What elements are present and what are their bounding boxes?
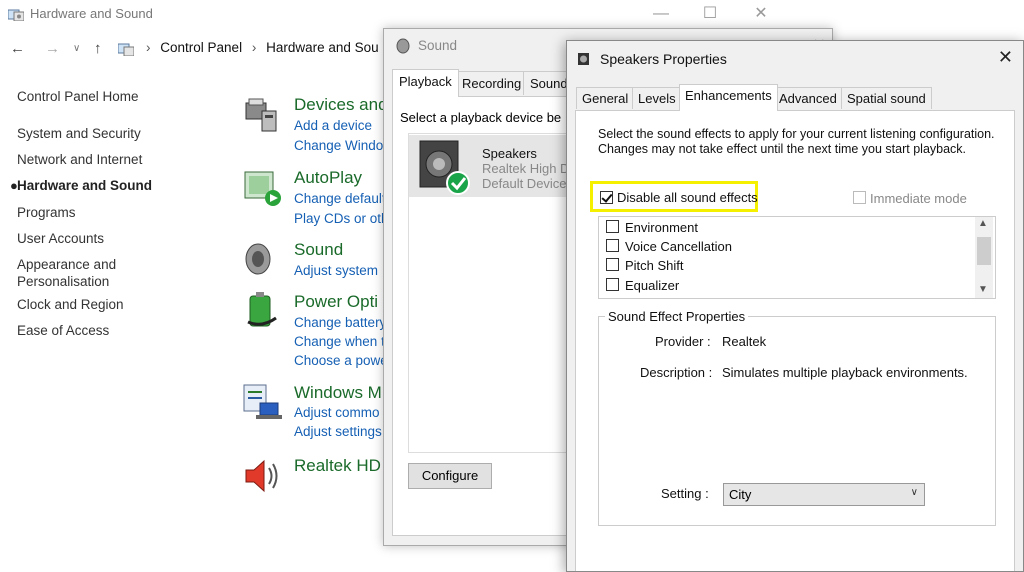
nav-hardware-and-sound[interactable]: Hardware and Sound bbox=[17, 178, 152, 194]
effect-checkbox-voice-cancellation[interactable] bbox=[606, 239, 619, 252]
nav-network-and-internet[interactable]: Network and Internet bbox=[17, 152, 142, 168]
provider-label: Provider : bbox=[655, 334, 711, 349]
setting-select[interactable]: City ∨ bbox=[723, 483, 925, 506]
tab-recording[interactable]: Recording bbox=[455, 71, 529, 95]
tab-general[interactable]: General bbox=[576, 87, 635, 109]
effect-label-pitch-shift[interactable]: Pitch Shift bbox=[625, 258, 684, 273]
configure-button[interactable]: Configure bbox=[408, 463, 492, 489]
nav-system-and-security[interactable]: System and Security bbox=[17, 126, 141, 142]
category-title-autoplay[interactable]: AutoPlay bbox=[294, 168, 362, 188]
link-change-battery[interactable]: Change battery bbox=[294, 315, 386, 330]
effect-checkbox-pitch-shift[interactable] bbox=[606, 258, 619, 271]
description-label: Description : bbox=[640, 365, 713, 380]
tab-spatial-sound[interactable]: Spatial sound bbox=[841, 87, 932, 109]
tab-playback[interactable]: Playback bbox=[392, 69, 459, 97]
sound-window-icon bbox=[396, 38, 410, 54]
description-value: Simulates multiple playback environments… bbox=[722, 365, 968, 380]
window-title: Hardware and Sound bbox=[30, 6, 153, 21]
link-adjust-system[interactable]: Adjust system bbox=[294, 263, 378, 278]
scroll-up-icon[interactable]: ▲ bbox=[978, 218, 988, 229]
link-change-when[interactable]: Change when t bbox=[294, 334, 385, 349]
speakers-device-icon bbox=[419, 140, 470, 195]
control-panel-titlebar[interactable]: Hardware and Sound — ☐ ✕ bbox=[0, 0, 790, 28]
minimize-icon[interactable]: — bbox=[646, 3, 676, 25]
group-title: Sound Effect Properties bbox=[605, 309, 749, 324]
immediate-mode-checkbox[interactable] bbox=[853, 191, 866, 204]
breadcrumb-hardware-and-sound[interactable]: Hardware and Sou bbox=[266, 40, 379, 55]
speaker-icon bbox=[245, 243, 271, 275]
device-name: Speakers bbox=[482, 146, 537, 161]
breadcrumb-separator-icon: › bbox=[146, 40, 151, 55]
effect-checkbox-environment[interactable] bbox=[606, 220, 619, 233]
provider-value: Realtek bbox=[722, 334, 767, 349]
back-arrow-icon[interactable]: ← bbox=[10, 40, 25, 58]
nav-user-accounts[interactable]: User Accounts bbox=[17, 231, 104, 247]
category-title-realtek[interactable]: Realtek HD bbox=[294, 456, 381, 476]
nav-control-panel-home[interactable]: Control Panel Home bbox=[17, 89, 139, 105]
link-adjust-settings[interactable]: Adjust settings bbox=[294, 424, 382, 439]
breadcrumb: › Control Panel › Hardware and Sou bbox=[146, 40, 385, 60]
close-icon[interactable]: ✕ bbox=[998, 47, 1013, 68]
link-play-cds[interactable]: Play CDs or oth bbox=[294, 211, 389, 226]
up-arrow-icon[interactable]: ↑ bbox=[94, 40, 102, 58]
category-title-sound[interactable]: Sound bbox=[294, 240, 343, 260]
category-title-power-options[interactable]: Power Opti bbox=[294, 292, 378, 312]
playback-hint: Select a playback device be bbox=[400, 110, 562, 125]
setting-select-value: City bbox=[729, 487, 752, 502]
forward-arrow-icon[interactable]: → bbox=[45, 40, 60, 58]
nav-personalisation[interactable]: Personalisation bbox=[17, 274, 109, 290]
tab-enhancements[interactable]: Enhancements bbox=[679, 84, 778, 111]
effect-label-voice-cancellation[interactable]: Voice Cancellation bbox=[625, 239, 732, 254]
link-adjust-common[interactable]: Adjust commo bbox=[294, 405, 380, 420]
speakers-title-icon bbox=[578, 53, 589, 65]
mobility-center-icon bbox=[243, 384, 282, 419]
tab-levels[interactable]: Levels bbox=[632, 87, 682, 109]
effect-label-equalizer[interactable]: Equalizer bbox=[625, 278, 679, 293]
speakers-properties-dialog: Speakers Properties ✕ General Levels Enh… bbox=[566, 40, 1024, 572]
device-status: Default Device bbox=[482, 176, 567, 191]
link-choose-a-power[interactable]: Choose a powe bbox=[294, 353, 388, 368]
disable-all-effects-checkbox[interactable] bbox=[600, 191, 613, 204]
sound-window-title: Sound bbox=[418, 38, 458, 53]
device-driver: Realtek High D bbox=[482, 161, 570, 176]
setting-label: Setting : bbox=[661, 486, 709, 501]
link-change-default[interactable]: Change default bbox=[294, 191, 386, 206]
link-add-a-device[interactable]: Add a device bbox=[294, 118, 372, 133]
dialog-title: Speakers Properties bbox=[600, 51, 727, 67]
printer-icon bbox=[245, 98, 277, 132]
breadcrumb-separator-icon: › bbox=[251, 40, 257, 55]
battery-icon bbox=[247, 292, 277, 327]
control-panel-icon bbox=[8, 9, 24, 21]
breadcrumb-control-panel[interactable]: Control Panel bbox=[160, 40, 242, 55]
effect-label-environment[interactable]: Environment bbox=[625, 220, 698, 235]
disable-all-effects-label[interactable]: Disable all sound effects bbox=[617, 190, 758, 205]
link-change-windows[interactable]: Change Windo bbox=[294, 138, 383, 153]
immediate-mode-label[interactable]: Immediate mode bbox=[870, 191, 967, 206]
realtek-speaker-icon bbox=[245, 459, 278, 493]
category-title-devices[interactable]: Devices and bbox=[294, 95, 388, 115]
nav-clock-and-region[interactable]: Clock and Region bbox=[17, 297, 124, 313]
nav-appearance-and[interactable]: Appearance and bbox=[17, 257, 116, 273]
autoplay-icon bbox=[244, 171, 281, 206]
nav-ease-of-access[interactable]: Ease of Access bbox=[17, 323, 109, 339]
nav-programs[interactable]: Programs bbox=[17, 205, 76, 221]
scroll-down-icon[interactable]: ▼ bbox=[978, 284, 988, 295]
enhancements-description: Select the sound effects to apply for yo… bbox=[598, 127, 995, 156]
address-control-panel-icon bbox=[118, 43, 134, 56]
chevron-down-icon: ∨ bbox=[910, 487, 918, 498]
tab-advanced[interactable]: Advanced bbox=[773, 87, 843, 109]
maximize-icon[interactable]: ☐ bbox=[695, 3, 725, 25]
category-title-windows-mobility[interactable]: Windows M bbox=[294, 383, 382, 403]
scrollbar-thumb[interactable] bbox=[977, 237, 991, 265]
effect-checkbox-equalizer[interactable] bbox=[606, 278, 619, 291]
recent-locations-chevron-icon[interactable]: ∨ bbox=[73, 40, 80, 58]
close-icon[interactable]: ✕ bbox=[746, 3, 776, 25]
